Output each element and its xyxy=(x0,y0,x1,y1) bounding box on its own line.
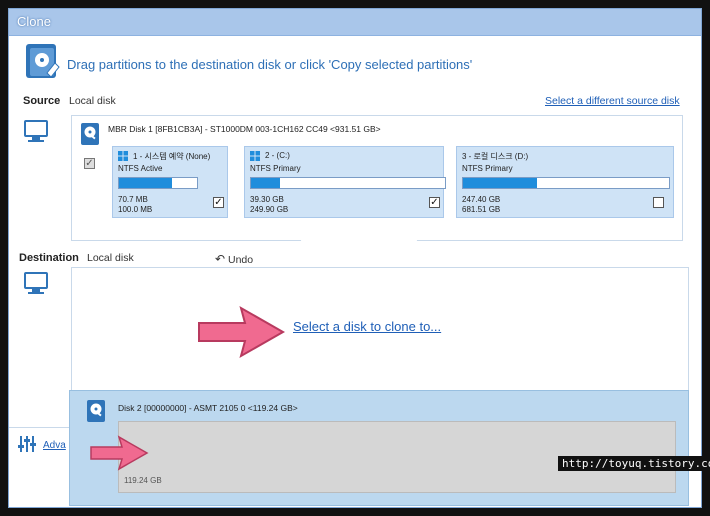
select-disk-to-clone-link[interactable]: Select a disk to clone to... xyxy=(293,319,441,334)
clone-window: Clone Drag partitions to the destination… xyxy=(8,8,702,508)
partition-3-checkbox[interactable] xyxy=(653,197,664,208)
disk-2-size: 119.24 GB xyxy=(124,476,162,485)
windows-icon xyxy=(250,151,260,161)
partition-name: 2 - (C:) xyxy=(265,151,290,160)
header: Drag partitions to the destination disk … xyxy=(21,43,691,87)
partition-used: 39.30 GB xyxy=(250,195,284,204)
partition-used: 247.40 GB xyxy=(462,195,501,204)
partition-usage-bar xyxy=(250,177,446,189)
windows-icon xyxy=(118,151,128,161)
instruction-text: Drag partitions to the destination disk … xyxy=(67,57,473,72)
usage-fill xyxy=(251,178,281,188)
monitor-icon xyxy=(24,272,48,294)
destination-label: Destination xyxy=(19,252,79,264)
partition-total: 100.0 MB xyxy=(118,205,153,214)
disk-icon xyxy=(87,400,105,422)
usage-fill xyxy=(463,178,538,188)
destination-sublabel: Local disk xyxy=(87,252,134,264)
undo-button[interactable]: ↶ Undo xyxy=(215,252,253,266)
partition-2-checkbox[interactable]: ✓ xyxy=(429,197,440,208)
watermark-url: http://toyuq.tistory.com xyxy=(558,456,710,471)
pointer-arrow-icon xyxy=(198,305,286,359)
disk-icon xyxy=(81,123,99,145)
source-sublabel: Local disk xyxy=(69,95,116,107)
monitor-icon xyxy=(24,120,48,142)
usage-fill xyxy=(119,178,173,188)
partition-usage-bar xyxy=(462,177,670,189)
source-disk-title: MBR Disk 1 [8FB1CB3A] - ST1000DM 003-1CH… xyxy=(108,124,381,134)
pointer-arrow-small-icon xyxy=(90,435,149,471)
partition-3[interactable]: 3 - 로컬 디스크 (D:) NTFS Primary 247.40 GB 6… xyxy=(456,146,674,218)
partition-total: 681.51 GB xyxy=(462,205,501,214)
advanced-options-strip: Adva xyxy=(9,427,69,462)
select-source-disk-link[interactable]: Select a different source disk xyxy=(545,95,680,107)
partition-name: 3 - 로컬 디스크 (D:) xyxy=(462,152,529,161)
select-all-checkbox[interactable]: ✓ xyxy=(84,158,95,169)
partition-2[interactable]: 2 - (C:) NTFS Primary 39.30 GB 249.90 GB… xyxy=(244,146,446,218)
undo-icon: ↶ xyxy=(215,252,226,266)
dragged-disk-2[interactable]: Disk 2 [00000000] - ASMT 2105 0 <119.24 … xyxy=(69,390,689,506)
source-label: Source xyxy=(23,95,61,107)
partition-type: NTFS Primary xyxy=(462,164,513,173)
partition-name: 1 - 시스템 예약 (None) xyxy=(133,152,211,161)
advanced-options-link[interactable]: Adva xyxy=(43,440,66,451)
disk-2-title: Disk 2 [00000000] - ASMT 2105 0 <119.24 … xyxy=(118,403,298,413)
window-title: Clone xyxy=(17,14,51,29)
partition-1[interactable]: 1 - 시스템 예약 (None) NTFS Active 70.7 MB 10… xyxy=(112,146,228,218)
undo-label: Undo xyxy=(227,254,254,266)
partition-used: 70.7 MB xyxy=(118,195,148,204)
title-bar[interactable]: Clone xyxy=(9,9,701,36)
partition-1-checkbox[interactable]: ✓ xyxy=(213,197,224,208)
partition-type: NTFS Primary xyxy=(250,164,301,173)
sliders-icon xyxy=(18,436,36,452)
clone-app-icon xyxy=(26,44,60,78)
partition-usage-bar xyxy=(118,177,198,189)
partition-type: NTFS Active xyxy=(118,164,163,173)
partition-total: 249.90 GB xyxy=(250,205,289,214)
